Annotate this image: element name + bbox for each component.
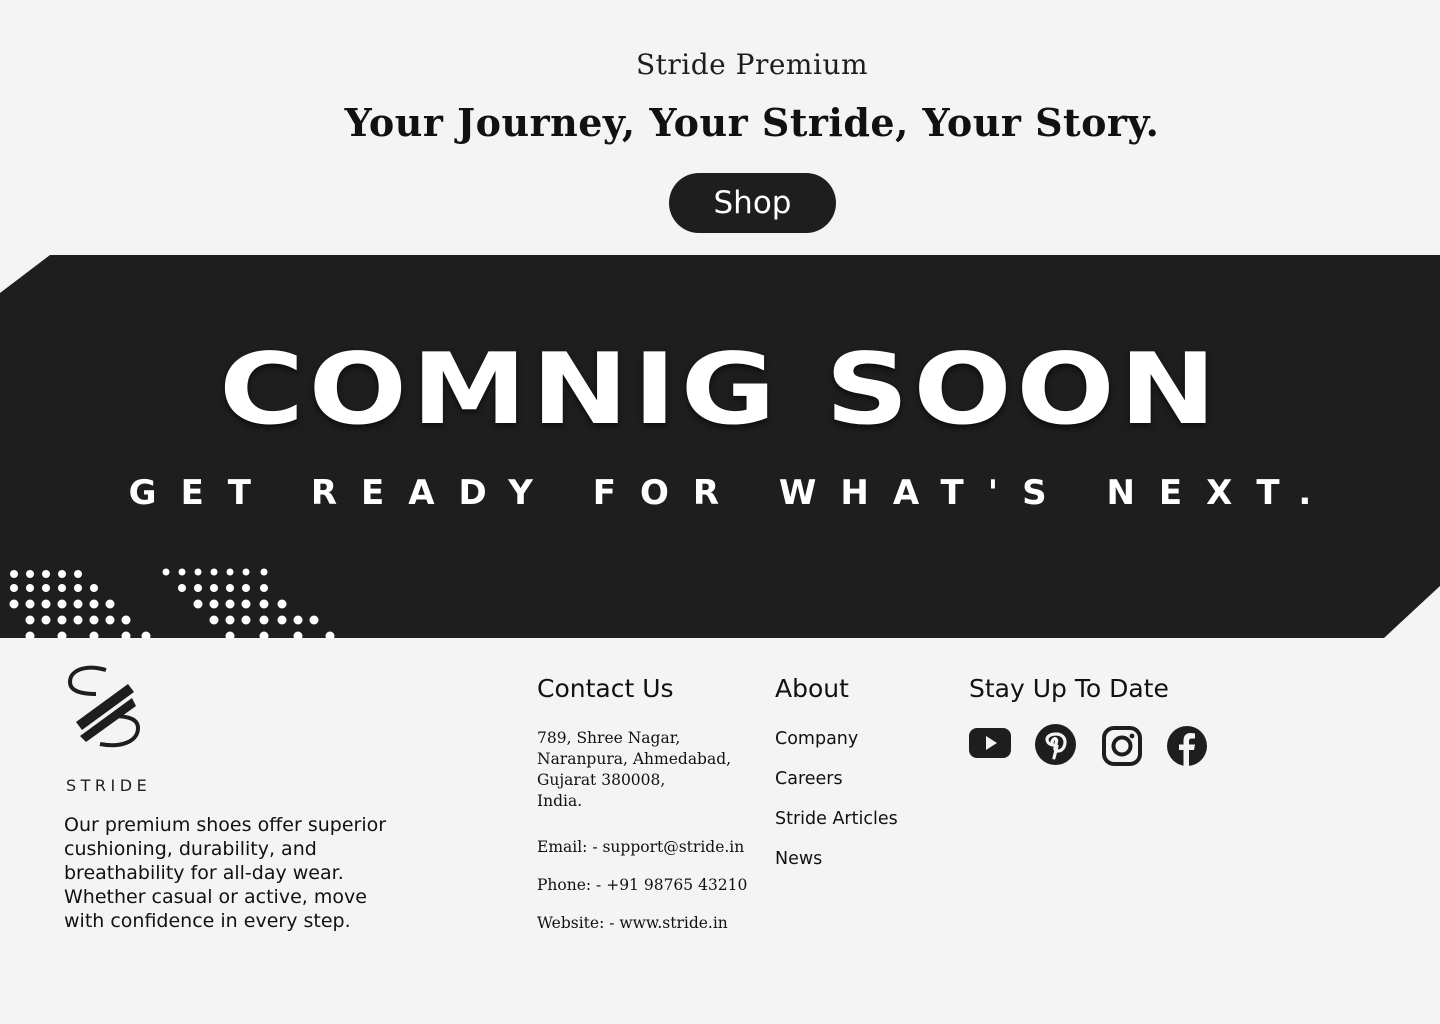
banner-corner-top-left [0, 255, 50, 293]
about-heading: About [775, 674, 849, 703]
logo-wordmark: STRIDE [66, 776, 152, 795]
brand-description: Our premium shoes offer superior cushion… [64, 814, 387, 932]
facebook-icon[interactable] [1167, 726, 1207, 766]
hero-title: Your Journey, Your Stride, Your Story. [344, 100, 1160, 145]
footer: STRIDE Our premium shoes offer superior … [0, 638, 1440, 1024]
about-link-careers[interactable]: Careers [775, 769, 843, 789]
about-link-stride-articles[interactable]: Stride Articles [775, 809, 898, 829]
contact-email[interactable]: Email: - support@stride.in [537, 838, 744, 856]
address-line: Gujarat 380008, [537, 771, 666, 789]
contact-heading: Contact Us [537, 674, 674, 703]
address-line: India. [537, 792, 583, 810]
youtube-icon[interactable] [969, 728, 1011, 758]
hero-subtitle: Stride Premium [635, 48, 869, 81]
coming-soon-banner: COMNIG SOON GET READY FOR WHAT'S NEXT. [0, 255, 1440, 638]
stride-logo[interactable]: STRIDE [64, 664, 154, 795]
address-line: 789, Shree Nagar, [537, 729, 681, 747]
social-heading: Stay Up To Date [969, 674, 1169, 703]
dot-pattern-decoration [9, 568, 335, 638]
contact-address: 789, Shree Nagar, Naranpura, Ahmedabad, … [537, 728, 757, 812]
banner-title: COMNIG SOON [219, 333, 1221, 447]
banner-corner-bottom-right [1384, 586, 1440, 638]
hero-section: Stride Premium Your Journey, Your Stride… [0, 0, 1440, 255]
contact-website[interactable]: Website: - www.stride.in [537, 914, 728, 932]
contact-phone[interactable]: Phone: - +91 98765 43210 [537, 876, 747, 894]
about-link-company[interactable]: Company [775, 729, 858, 749]
instagram-icon[interactable] [1102, 726, 1142, 766]
shop-button[interactable]: Shop [669, 173, 836, 233]
pinterest-icon[interactable] [1035, 724, 1076, 765]
stride-logo-icon [67, 665, 140, 748]
banner-subtitle: GET READY FOR WHAT'S NEXT. [128, 473, 1336, 513]
address-line: Naranpura, Ahmedabad, [537, 750, 732, 768]
about-link-news[interactable]: News [775, 849, 822, 869]
